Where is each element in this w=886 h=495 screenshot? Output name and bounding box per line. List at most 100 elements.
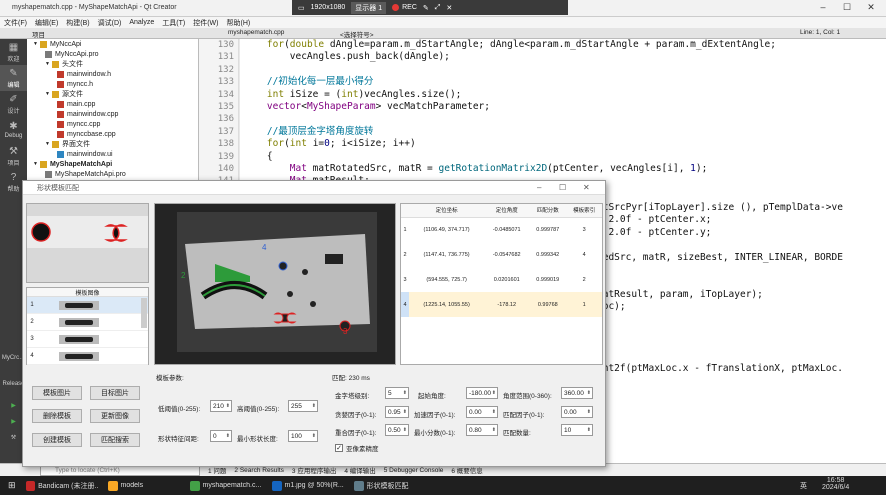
mode-0[interactable]: ▦ 欢迎 — [0, 39, 27, 65]
pyramid-spinbox[interactable]: 5 ⬍ — [385, 387, 409, 399]
tree-item-label: mynccbase.cpp — [67, 130, 116, 138]
tree-item[interactable]: MyShapeMatchApi.pro — [27, 169, 198, 179]
dialog-close-button[interactable]: ✕ — [583, 183, 590, 192]
pin-icon[interactable]: ⤢ — [435, 4, 441, 12]
target-image-view[interactable]: 4 2 3 — [154, 203, 396, 365]
template-index: 1 — [30, 302, 34, 308]
tree-item[interactable]: mynccbase.cpp — [27, 129, 198, 139]
subpixel-checkbox[interactable]: ✓ 亚像素精度 — [335, 443, 379, 453]
menu-item[interactable]: 文件(F) — [4, 18, 27, 28]
high-threshold-label: 高阈值(0-255): — [237, 406, 280, 413]
greed-spinbox[interactable]: 0.95 ⬍ — [385, 406, 409, 418]
tree-item[interactable]: mainwindow.cpp — [27, 109, 198, 119]
taskbar-app[interactable]: models — [107, 480, 180, 491]
results-column-header[interactable] — [401, 204, 409, 218]
template-index: 2 — [30, 319, 34, 325]
speed-spinbox[interactable]: 0.00 ⬍ — [466, 406, 498, 418]
tree-item[interactable]: ▼ MyShapeMatchApi — [27, 159, 198, 169]
template-preview — [26, 203, 149, 283]
pen-icon[interactable]: ✎ — [423, 4, 429, 12]
tree-item-label: MyNccApi — [49, 40, 82, 48]
mode-3[interactable]: ✱ Debug — [0, 117, 27, 143]
delete-template-button[interactable]: 删除模板 — [32, 409, 82, 423]
mode-4[interactable]: ⚒ 项目 — [0, 143, 27, 169]
mode-1[interactable]: ✎ 编辑 — [0, 65, 27, 91]
open-file-tab[interactable]: myshapematch.cpp — [228, 29, 284, 36]
menu-item[interactable]: 工具(T) — [162, 18, 185, 28]
output-tab[interactable]: 2 Search Results — [234, 467, 284, 474]
tree-item[interactable]: ▼ 头文件 — [27, 59, 198, 69]
tree-item[interactable]: ▼ 界面文件 — [27, 139, 198, 149]
results-row[interactable]: 4 (1225.14, 1055.55) -178.12 0.99768 1 — [401, 292, 602, 317]
close-button[interactable]: ✕ — [860, 2, 882, 13]
menu-item[interactable]: 帮助(H) — [227, 18, 251, 28]
template-row[interactable]: 3 — [27, 331, 148, 348]
results-column-header[interactable]: 定位角度 — [484, 204, 530, 218]
high-threshold-spinbox[interactable]: 255 ⬍ — [288, 400, 318, 412]
taskbar-app[interactable]: myshapematch.c... — [189, 480, 262, 491]
overlap-spinbox[interactable]: 0.50 ⬍ — [385, 424, 409, 436]
match-coef-spinbox[interactable]: 0.00 ⬍ — [561, 406, 593, 418]
template-row[interactable]: 1 — [27, 297, 148, 314]
menu-item[interactable]: 构建(B) — [66, 18, 89, 28]
menu-item[interactable]: 调试(D) — [98, 18, 122, 28]
feature-spacing-spinbox[interactable]: 0 ⬍ — [210, 430, 232, 442]
taskbar-app[interactable]: Bandicam (未注册... — [25, 480, 98, 491]
expand-arrow-icon[interactable]: ▼ — [33, 161, 38, 167]
tree-item[interactable]: myncc.h — [27, 79, 198, 89]
recorder-close-icon[interactable]: ✕ — [446, 4, 452, 12]
rec-button[interactable]: REC — [392, 4, 417, 11]
mode-2[interactable]: ✐ 设计 — [0, 91, 27, 117]
template-row[interactable]: 2 — [27, 314, 148, 331]
expand-arrow-icon[interactable]: ▼ — [45, 141, 50, 147]
results-table: 定位坐标 定位角度 匹配分数 模板索引 1 (1106.49, 374.717) -0.0… — [400, 203, 603, 365]
results-row[interactable]: 1 (1106.49, 374.717) -0.0485071 0.999787 3 — [401, 217, 602, 242]
menu-item[interactable]: 控件(W) — [193, 18, 218, 28]
angle-range-spinbox[interactable]: 360.00 ⬍ — [561, 387, 593, 399]
template-row[interactable]: 4 — [27, 348, 148, 365]
min-length-spinbox[interactable]: 100 ⬍ — [288, 430, 318, 442]
line-number: 134 — [217, 89, 234, 100]
windows-start-icon[interactable]: ⊞ — [8, 480, 16, 491]
results-row[interactable]: 3 (594.555, 725.7) 0.0201601 0.999019 2 — [401, 267, 602, 292]
dialog-maximize-button[interactable]: ☐ — [559, 183, 566, 192]
tree-item[interactable]: mainwindow.h — [27, 69, 198, 79]
results-row[interactable]: 2 (1147.41, 736.775) -0.0547682 0.999342 4 — [401, 242, 602, 267]
template-image-button[interactable]: 模板图片 — [32, 386, 82, 400]
expand-arrow-icon[interactable]: ▼ — [33, 41, 38, 47]
expand-arrow-icon[interactable]: ▼ — [45, 91, 50, 97]
taskbar-app[interactable]: 形状模板匹配 — [353, 480, 426, 491]
update-image-button[interactable]: 更新图像 — [90, 409, 140, 423]
tree-item[interactable]: mainwindow.ui — [27, 149, 198, 159]
symbol-select[interactable]: <选择符号> — [340, 29, 374, 39]
results-column-header[interactable]: 定位坐标 — [409, 204, 485, 218]
min-score-spinbox[interactable]: 0.80 ⬍ — [466, 424, 498, 436]
tree-item[interactable]: ▼ 源文件 — [27, 89, 198, 99]
minimize-button[interactable]: – — [812, 2, 834, 12]
language-indicator[interactable]: 英 — [800, 481, 807, 491]
start-angle-spinbox[interactable]: -180.00 ⬍ — [466, 387, 498, 399]
match-search-button[interactable]: 匹配搜索 — [90, 433, 140, 447]
tree-item[interactable]: myncc.cpp — [27, 119, 198, 129]
maximize-button[interactable]: ☐ — [836, 2, 858, 13]
template-list-scrollbar[interactable] — [141, 298, 147, 328]
results-column-header[interactable]: 模板索引 — [566, 204, 602, 218]
display-select[interactable]: 显示器 1 — [351, 1, 387, 14]
line-number: 130 — [217, 40, 234, 50]
results-cell: 3 — [403, 276, 407, 283]
tree-item[interactable]: MyNccApi.pro — [27, 49, 198, 59]
cpp-file-icon — [57, 120, 64, 128]
output-tab[interactable]: 5 Debugger Console — [384, 467, 444, 474]
results-column-header[interactable]: 匹配分数 — [529, 204, 567, 218]
tree-item[interactable]: main.cpp — [27, 99, 198, 109]
create-template-button[interactable]: 创建模板 — [32, 433, 82, 447]
low-threshold-spinbox[interactable]: 210 ⬍ — [210, 400, 232, 412]
tree-item[interactable]: ▼ MyNccApi — [27, 39, 198, 49]
menu-item[interactable]: Analyze — [129, 19, 154, 26]
target-image-button[interactable]: 目标图片 — [90, 386, 140, 400]
taskbar-app[interactable]: m1.jpg @ 50%(R... — [271, 480, 344, 491]
menu-item[interactable]: 编辑(E) — [35, 18, 58, 28]
expand-arrow-icon[interactable]: ▼ — [45, 61, 50, 67]
match-count-spinbox[interactable]: 10 ⬍ — [561, 424, 593, 436]
dialog-minimize-button[interactable]: – — [537, 183, 541, 192]
